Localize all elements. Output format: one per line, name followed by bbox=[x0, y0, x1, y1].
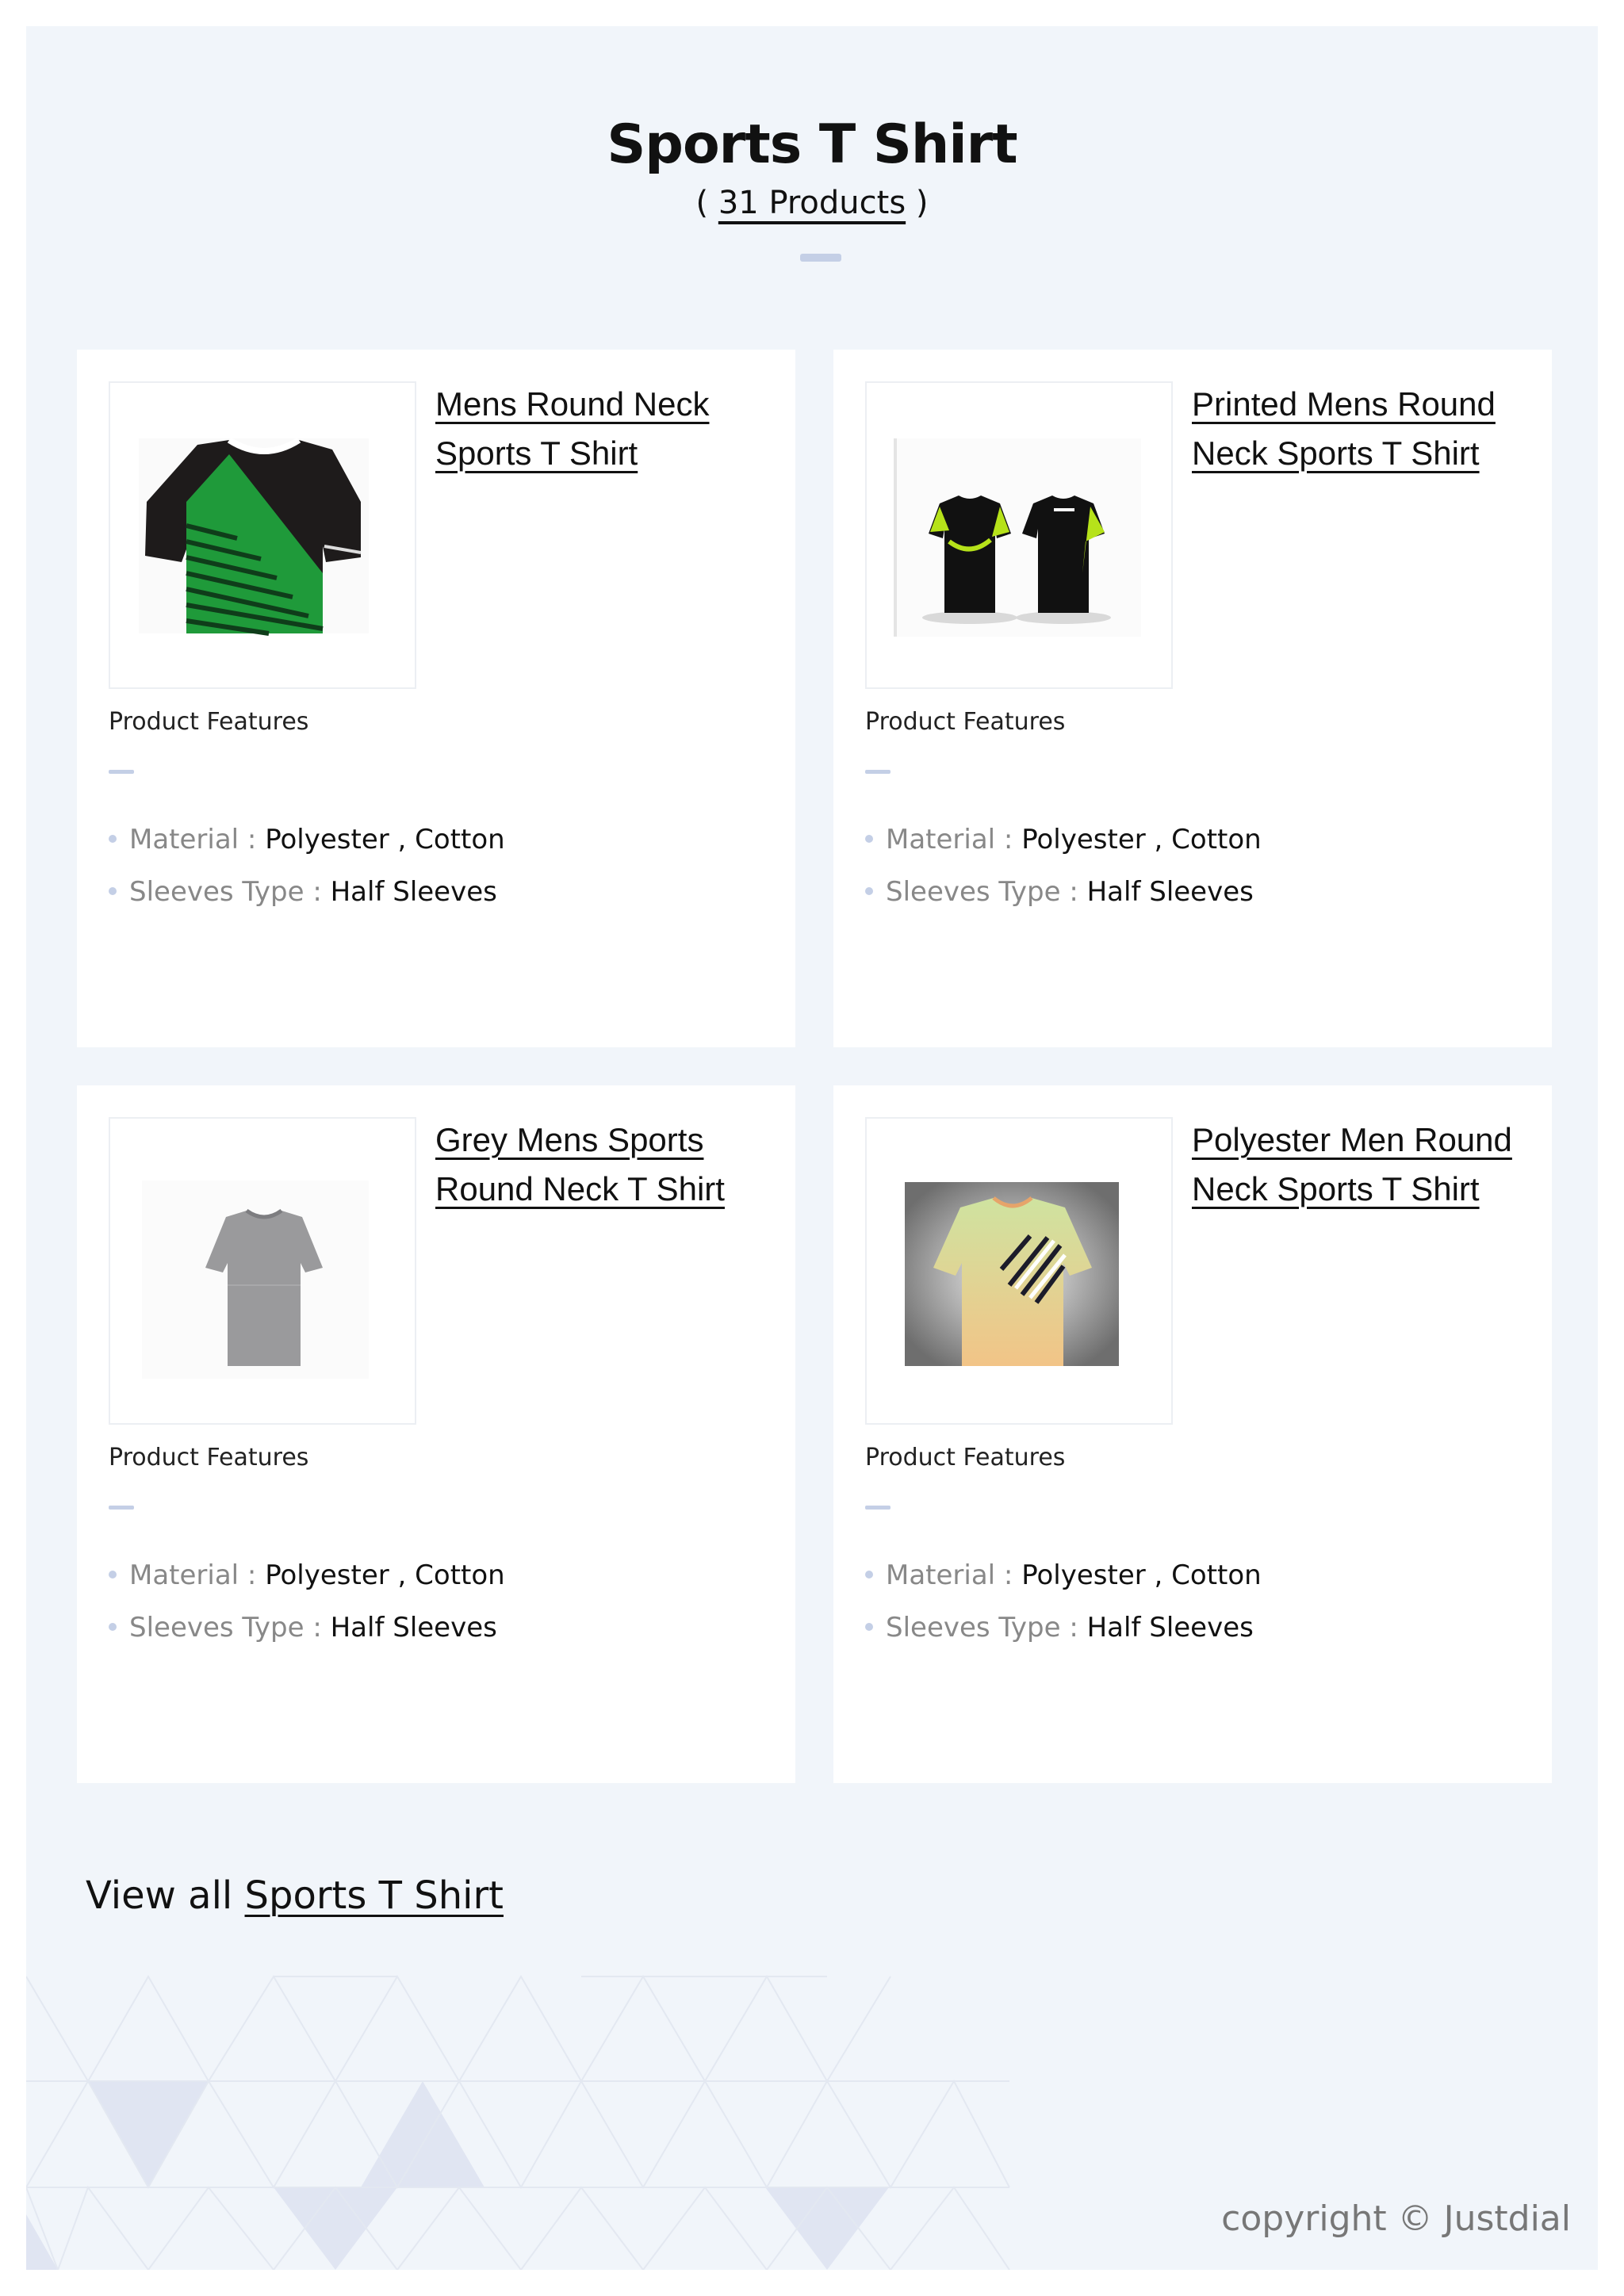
bullet-icon bbox=[865, 1622, 873, 1631]
page-title: Sports T Shirt bbox=[607, 113, 1017, 176]
product-name: Mens Round Neck Sports T Shirt bbox=[435, 380, 768, 478]
feature-sep: : bbox=[995, 1559, 1022, 1591]
feature-sleeves: Sleeves Type : Half Sleeves bbox=[865, 1612, 1254, 1644]
product-count: ( 31 Products ) bbox=[26, 185, 1598, 221]
product-count-link[interactable]: 31 Products bbox=[718, 185, 906, 221]
features-label: Product Features bbox=[109, 1444, 309, 1471]
feature-value: Polyester , Cotton bbox=[1021, 1559, 1262, 1591]
feature-key: Material bbox=[886, 824, 996, 855]
features-divider bbox=[865, 770, 891, 774]
feature-key: Sleeves Type bbox=[886, 876, 1061, 908]
feature-sep: : bbox=[239, 1559, 266, 1591]
feature-value: Half Sleeves bbox=[330, 876, 497, 908]
feature-sep: : bbox=[995, 824, 1022, 855]
feature-value: Half Sleeves bbox=[1086, 876, 1254, 908]
feature-value: Polyester , Cotton bbox=[1021, 824, 1262, 855]
feature-key: Material bbox=[129, 1559, 239, 1591]
view-all-link[interactable]: Sports T Shirt bbox=[245, 1873, 504, 1918]
view-all: View all Sports T Shirt bbox=[86, 1873, 504, 1918]
tshirt-black-green-image bbox=[139, 437, 369, 636]
feature-sleeves: Sleeves Type : Half Sleeves bbox=[109, 876, 497, 908]
feature-value: Polyester , Cotton bbox=[265, 824, 505, 855]
features-label: Product Features bbox=[109, 708, 309, 736]
features-divider bbox=[109, 1506, 134, 1510]
feature-material: Material : Polyester , Cotton bbox=[865, 1559, 1262, 1591]
feature-key: Sleeves Type bbox=[129, 876, 304, 908]
bullet-icon bbox=[865, 834, 873, 843]
feature-material: Material : Polyester , Cotton bbox=[865, 824, 1262, 855]
product-card: Printed Mens Round Neck Sports T Shirt P… bbox=[833, 350, 1552, 1047]
bullet-icon bbox=[109, 1622, 117, 1631]
feature-sep: : bbox=[239, 824, 266, 855]
feature-material: Material : Polyester , Cotton bbox=[109, 1559, 505, 1591]
product-name-link[interactable]: Printed Mens Round Neck Sports T Shirt bbox=[1192, 385, 1496, 472]
features-label: Product Features bbox=[865, 708, 1066, 736]
title-divider bbox=[800, 254, 841, 262]
product-name: Polyester Men Round Neck Sports T Shirt bbox=[1192, 1115, 1525, 1214]
product-image[interactable] bbox=[109, 1117, 416, 1425]
feature-sep: : bbox=[304, 876, 331, 908]
features-divider bbox=[865, 1506, 891, 1510]
features-divider bbox=[109, 770, 134, 774]
product-image[interactable] bbox=[865, 1117, 1173, 1425]
view-all-prefix: View all bbox=[86, 1873, 245, 1918]
bullet-icon bbox=[109, 834, 117, 843]
product-card: Mens Round Neck Sports T Shirt Product F… bbox=[77, 350, 795, 1047]
product-name-link[interactable]: Mens Round Neck Sports T Shirt bbox=[435, 385, 710, 472]
feature-sep: : bbox=[1060, 1612, 1087, 1644]
features-label: Product Features bbox=[865, 1444, 1066, 1471]
bullet-icon bbox=[865, 1570, 873, 1578]
feature-value: Half Sleeves bbox=[330, 1612, 497, 1644]
product-card: Grey Mens Sports Round Neck T Shirt Prod… bbox=[77, 1085, 795, 1783]
product-image[interactable] bbox=[865, 381, 1173, 689]
feature-sep: : bbox=[1060, 876, 1087, 908]
bullet-icon bbox=[109, 1570, 117, 1578]
feature-sleeves: Sleeves Type : Half Sleeves bbox=[865, 876, 1254, 908]
feature-material: Material : Polyester , Cotton bbox=[109, 824, 505, 855]
product-count-open: ( bbox=[695, 185, 718, 221]
feature-value: Polyester , Cotton bbox=[265, 1559, 505, 1591]
product-image[interactable] bbox=[109, 381, 416, 689]
feature-key: Material bbox=[886, 1559, 996, 1591]
product-name-link[interactable]: Grey Mens Sports Round Neck T Shirt bbox=[435, 1121, 725, 1207]
product-card: Polyester Men Round Neck Sports T Shirt … bbox=[833, 1085, 1552, 1783]
feature-value: Half Sleeves bbox=[1086, 1612, 1254, 1644]
tshirt-peach-green-image bbox=[905, 1182, 1119, 1366]
bullet-icon bbox=[865, 886, 873, 895]
product-name: Printed Mens Round Neck Sports T Shirt bbox=[1192, 380, 1525, 478]
copyright-text: copyright © Justdial bbox=[1221, 2198, 1571, 2239]
feature-sleeves: Sleeves Type : Half Sleeves bbox=[109, 1612, 497, 1644]
bullet-icon bbox=[109, 886, 117, 895]
triangle-pattern bbox=[26, 1974, 1010, 2270]
feature-sep: : bbox=[304, 1612, 331, 1644]
feature-key: Material bbox=[129, 824, 239, 855]
tshirt-pair-black-lime-image bbox=[894, 438, 1141, 637]
product-count-close: ) bbox=[906, 185, 929, 221]
feature-key: Sleeves Type bbox=[129, 1612, 304, 1644]
tshirt-grey-image bbox=[142, 1181, 369, 1379]
feature-key: Sleeves Type bbox=[886, 1612, 1061, 1644]
catalog-page: Sports T Shirt ( 31 Products ) Mens Roun… bbox=[26, 26, 1598, 2270]
product-name-link[interactable]: Polyester Men Round Neck Sports T Shirt bbox=[1192, 1121, 1512, 1207]
product-name: Grey Mens Sports Round Neck T Shirt bbox=[435, 1115, 768, 1214]
